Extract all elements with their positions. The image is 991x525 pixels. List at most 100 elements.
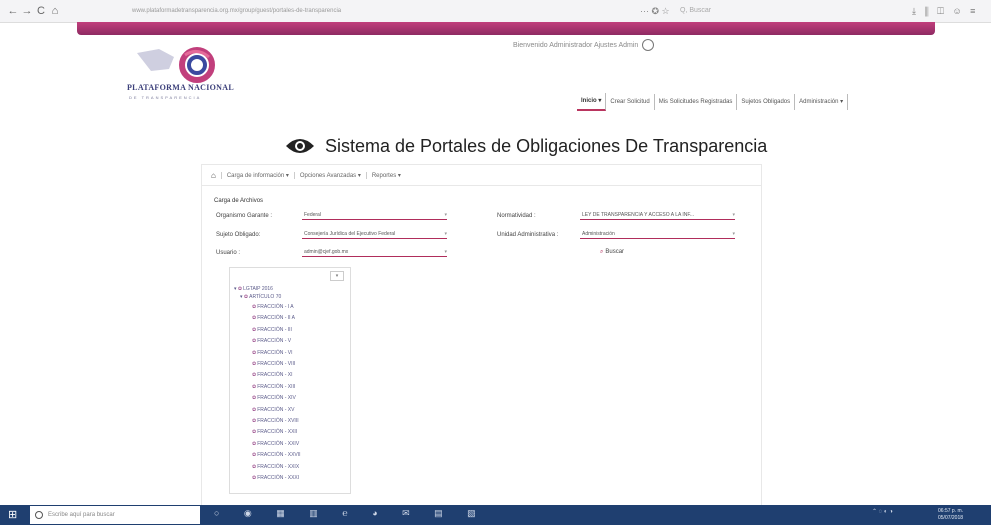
sujeto-select[interactable]: Consejería Jurídica del Ejecutivo Federa… — [302, 230, 447, 239]
home-icon[interactable]: ⌂ — [211, 171, 216, 180]
tree-leaf-label: FRACCIÓN - I A — [257, 304, 294, 310]
chevron-down-icon: ▾ — [732, 212, 735, 218]
browser-menu-icons[interactable]: ⤓ ⫼ ◫ ☺ ≡ — [912, 4, 978, 18]
subnav-reportes[interactable]: Reportes ▾ — [365, 171, 406, 179]
gear-icon: ✿ — [252, 372, 257, 379]
usuario-value: admin@cjef.gob.mx — [304, 249, 349, 255]
address-bar[interactable]: www.plataformadetransparencia.org.mx/gro… — [132, 3, 602, 19]
gear-icon: ✿ — [252, 440, 257, 447]
chevron-down-icon: ▾ — [444, 249, 447, 255]
menu-inicio[interactable]: Inicio ▾ — [577, 93, 607, 111]
forward-button[interactable]: → — [20, 3, 34, 19]
subnav-opciones[interactable]: Opciones Avanzadas ▾ — [293, 171, 366, 179]
tree-leaf[interactable]: ✿FRACCIÓN - I A — [252, 303, 294, 311]
unidad-select[interactable]: Administración ▾ — [580, 230, 735, 239]
windows-start-icon[interactable]: ⊞ — [8, 508, 22, 522]
gear-icon: ✿ — [252, 349, 257, 356]
eye-icon — [286, 139, 314, 153]
page-actions-icons[interactable]: ··· ✪ ☆ — [640, 4, 670, 18]
expand-icon[interactable]: ▾ — [234, 286, 237, 292]
home-button[interactable]: ⌂ — [48, 3, 62, 19]
tree-leaf[interactable]: ✿FRACCIÓN - V — [252, 337, 291, 345]
sub-navigation: ⌂ Carga de información ▾ Opciones Avanza… — [202, 165, 761, 186]
user-status[interactable]: Bienvenido Administrador Ajustes Admin — [513, 39, 655, 51]
clock-time: 06:57 p. m. — [938, 508, 964, 514]
section-label: Carga de Archivos — [214, 198, 264, 204]
tree-leaf-label: FRACCIÓN - XI — [257, 372, 293, 379]
tree-leaf[interactable]: ✿FRACCIÓN - III — [252, 326, 292, 334]
tree-leaf[interactable]: ✿FRACCIÓN - XIII — [252, 383, 295, 391]
tree-leaf[interactable]: ✿FRACCIÓN - VIII — [252, 360, 295, 368]
tree-leaf[interactable]: ✿FRACCIÓN - XVIII — [252, 417, 299, 425]
tree-filter-button[interactable]: ▾ — [330, 271, 344, 281]
reload-button[interactable]: C — [34, 3, 48, 19]
logo-icon — [137, 47, 215, 83]
main-menu: Inicio ▾ Crear Solicitud Mis Solicitudes… — [577, 93, 849, 111]
organismo-select[interactable]: Federal ▾ — [302, 211, 447, 220]
buscar-button[interactable]: ⌕ Buscar — [600, 249, 624, 256]
tree-leaf[interactable]: ✿FRACCIÓN - VI — [252, 349, 292, 357]
expand-icon[interactable]: ▾ — [240, 294, 243, 300]
tree-leaf[interactable]: ✿FRACCIÓN - XI — [252, 371, 292, 379]
gear-icon: ✿ — [252, 429, 257, 436]
tree-leaf[interactable]: ✿FRACCIÓN - XXII — [252, 428, 297, 436]
unidad-value: Administración — [582, 231, 615, 237]
menu-administracion[interactable]: Administración ▾ — [795, 94, 849, 110]
menu-mis-solicitudes[interactable]: Mis Solicitudes Registradas — [655, 94, 738, 110]
gear-icon: ✿ — [243, 294, 249, 300]
top-accent-strip — [77, 22, 935, 35]
tree-leaf[interactable]: ✿FRACCIÓN - XXIX — [252, 463, 299, 471]
chevron-down-icon: ▾ — [444, 212, 447, 218]
normatividad-label: Normatividad : — [497, 213, 536, 219]
browser-search-input[interactable]: Q, Buscar — [680, 4, 800, 18]
buscar-label: Buscar — [605, 249, 625, 255]
tree-leaf-label: FRACCIÓN - VI — [257, 349, 293, 356]
tree-child-label: ARTÍCULO 70 — [249, 294, 282, 300]
tree-leaf-label: FRACCIÓN - XXXI — [257, 475, 300, 481]
gear-icon: ✿ — [252, 304, 257, 310]
page-title: Sistema de Portales de Obligaciones De T… — [325, 135, 768, 156]
gear-icon: ✿ — [252, 463, 257, 470]
cortana-icon — [35, 511, 43, 519]
taskbar-search-input[interactable]: Escribe aquí para buscar — [30, 506, 200, 524]
tree-leaf-label: FRACCIÓN - XIII — [257, 383, 296, 390]
taskbar-search-placeholder: Escribe aquí para buscar — [48, 512, 115, 518]
chevron-down-icon: ▾ — [444, 231, 447, 237]
gear-icon: ✿ — [252, 395, 257, 402]
tree-leaf[interactable]: ✿FRACCIÓN - XIV — [252, 394, 296, 402]
tree-leaf[interactable]: ✿FRACCIÓN - XXIV — [252, 440, 299, 448]
tree-root-label: LGTAIP 2016 — [243, 286, 273, 292]
logo-title: PLATAFORMA NACIONAL — [127, 83, 234, 92]
tree-leaf[interactable]: ✿FRACCIÓN - II A — [252, 314, 295, 322]
taskbar-clock[interactable]: 06:57 p. m. 05/07/2018 — [938, 508, 963, 522]
menu-sujetos-obligados[interactable]: Sujetos Obligados — [737, 94, 796, 110]
taskbar-app-icons[interactable]: ○ ◉ ▦ ▥ ℮ ◕ ✉ ▤ ▧ — [214, 508, 487, 519]
back-button[interactable]: ← — [6, 3, 20, 19]
tree-leaf-label: FRACCIÓN - XXVII — [257, 452, 301, 459]
tree-leaf-label: FRACCIÓN - XVIII — [257, 418, 299, 424]
subnav-carga[interactable]: Carga de información ▾ — [220, 171, 294, 179]
tree-leaf[interactable]: ✿FRACCIÓN - XV — [252, 406, 294, 414]
tree-child[interactable]: ▾ ✿ARTÍCULO 70 — [240, 293, 281, 301]
taskbar: ⊞ Escribe aquí para buscar ○ ◉ ▦ ▥ ℮ ◕ ✉… — [0, 505, 991, 525]
tree-leaf-label: FRACCIÓN - XXIV — [257, 440, 300, 447]
tree-leaf-label: FRACCIÓN - XXIX — [257, 463, 300, 470]
organismo-label: Organismo Garante : — [216, 213, 273, 219]
sujeto-label: Sujeto Obligado: — [216, 232, 261, 238]
normatividad-select[interactable]: LEY DE TRANSPARENCIA Y ACCESO A LA INF..… — [580, 211, 735, 220]
tree-leaf-label: FRACCIÓN - II A — [257, 315, 295, 322]
logo-subtitle: DE TRANSPARENCIA — [129, 95, 202, 100]
tree-leaf-label: FRACCIÓN - XXII — [257, 429, 298, 436]
gear-icon: ✿ — [252, 315, 257, 322]
menu-crear-solicitud[interactable]: Crear Solicitud — [606, 94, 655, 110]
system-tray-icons[interactable]: ⌃ ◌ ◐ ◑ — [872, 508, 893, 515]
browser-toolbar: ← → C ⌂ www.plataformadetransparencia.or… — [0, 0, 991, 23]
tree-root[interactable]: ▾ ✿LGTAIP 2016 — [234, 285, 273, 293]
user-icon[interactable] — [642, 39, 655, 51]
gear-icon: ✿ — [252, 383, 257, 390]
gear-icon: ✿ — [252, 361, 257, 367]
tree-leaf[interactable]: ✿FRACCIÓN - XXVII — [252, 451, 301, 459]
gear-icon: ✿ — [237, 286, 243, 292]
usuario-select[interactable]: admin@cjef.gob.mx ▾ — [302, 248, 447, 257]
tree-leaf[interactable]: ✿FRACCIÓN - XXXI — [252, 474, 299, 482]
